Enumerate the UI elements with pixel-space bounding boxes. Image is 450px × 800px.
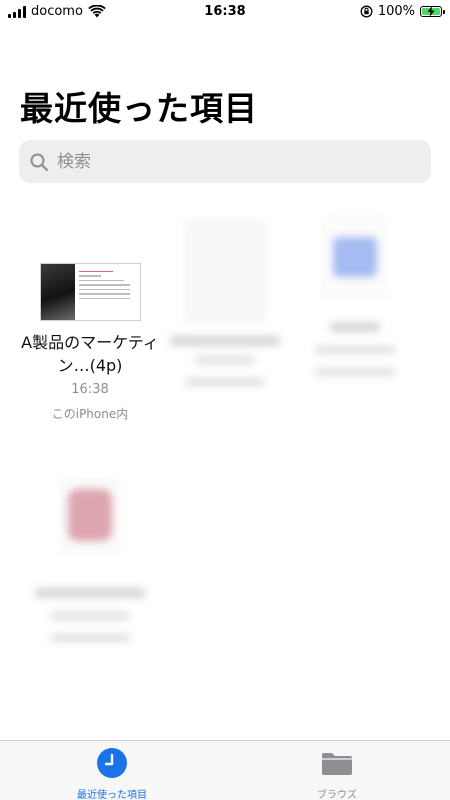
search-bar[interactable] bbox=[19, 140, 431, 183]
file-name-blurred bbox=[170, 336, 280, 346]
status-bar: docomo 16:38 100% bbox=[0, 0, 450, 26]
file-item[interactable] bbox=[20, 478, 160, 642]
file-name-blurred bbox=[330, 322, 380, 332]
file-meta-blurred bbox=[315, 368, 395, 376]
file-time: 16:38 bbox=[71, 382, 109, 397]
tab-browse-label: ブラウズ bbox=[317, 790, 357, 800]
file-item[interactable] bbox=[285, 218, 425, 376]
file-name-blurred bbox=[35, 588, 145, 598]
file-meta-blurred bbox=[50, 634, 130, 642]
tab-browse[interactable]: ブラウズ bbox=[277, 747, 397, 800]
search-icon bbox=[30, 153, 49, 171]
tab-recent[interactable]: 最近使った項目 bbox=[52, 747, 172, 800]
orientation-lock-icon bbox=[360, 5, 373, 18]
tab-bar: 最近使った項目 ブラウズ bbox=[0, 740, 450, 800]
folder-icon bbox=[322, 753, 352, 775]
file-meta-blurred bbox=[315, 346, 395, 354]
files-app-screen: docomo 16:38 100% 最近使った項目 検索 A製品のマーケティン…… bbox=[0, 0, 450, 800]
battery-percent: 100% bbox=[377, 4, 415, 19]
page-title: 最近使った項目 bbox=[20, 89, 258, 128]
file-meta-blurred bbox=[195, 356, 255, 364]
file-thumbnail[interactable] bbox=[323, 218, 387, 296]
file-meta-blurred bbox=[185, 378, 265, 386]
document-text-lines bbox=[75, 264, 140, 320]
file-meta-blurred bbox=[50, 612, 130, 620]
clock-icon bbox=[97, 748, 127, 778]
battery-icon bbox=[420, 6, 445, 17]
status-right: 100% bbox=[360, 4, 445, 19]
file-name[interactable]: A製品のマーケティン…(4p) bbox=[20, 331, 160, 377]
file-item[interactable]: A製品のマーケティン…(4p) 16:38 このiPhone内 bbox=[20, 263, 160, 424]
file-item[interactable] bbox=[155, 220, 295, 386]
file-thumbnail[interactable] bbox=[185, 220, 265, 322]
charging-bolt-icon bbox=[427, 6, 435, 17]
file-location: このiPhone内 bbox=[51, 407, 129, 421]
file-thumbnail[interactable] bbox=[61, 478, 119, 552]
document-photo bbox=[40, 264, 75, 320]
search-input[interactable] bbox=[55, 150, 399, 173]
document-thumbnail[interactable] bbox=[39, 263, 141, 321]
tab-recent-label: 最近使った項目 bbox=[77, 790, 147, 800]
